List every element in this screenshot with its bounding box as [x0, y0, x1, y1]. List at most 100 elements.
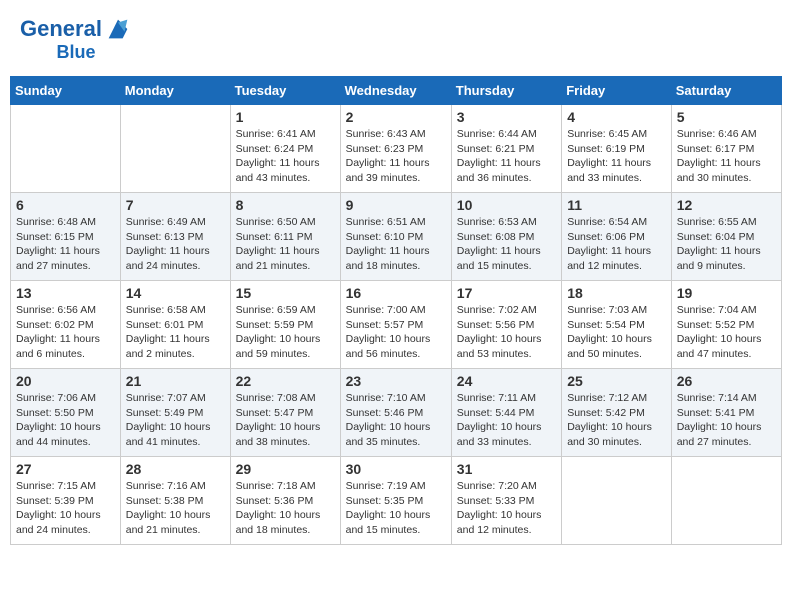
day-number: 18	[567, 285, 666, 301]
day-number: 26	[677, 373, 776, 389]
calendar-cell: 17Sunrise: 7:02 AMSunset: 5:56 PMDayligh…	[451, 281, 561, 369]
calendar-cell: 7 Sunrise: 6:49 AMSunset: 6:13 PMDaylight…	[120, 193, 230, 281]
calendar-cell: 9 Sunrise: 6:51 AMSunset: 6:10 PMDaylight…	[340, 193, 451, 281]
day-number: 12	[677, 197, 776, 213]
day-number: 4	[567, 109, 666, 125]
day-number: 21	[126, 373, 225, 389]
day-info: Sunrise: 6:45 AMSunset: 6:19 PMDaylight:…	[567, 127, 666, 186]
day-info: Sunrise: 7:04 AMSunset: 5:52 PMDaylight:…	[677, 303, 776, 362]
day-info: Sunrise: 6:53 AMSunset: 6:08 PMDaylight:…	[457, 215, 556, 274]
day-number: 19	[677, 285, 776, 301]
day-number: 3	[457, 109, 556, 125]
calendar-cell: 27 Sunrise: 7:15 AMSunset: 5:39 PMDayligh…	[11, 457, 121, 545]
calendar-cell: 29 Sunrise: 7:18 AMSunset: 5:36 PMDayligh…	[230, 457, 340, 545]
calendar-cell: 3 Sunrise: 6:44 AMSunset: 6:21 PMDaylight…	[451, 105, 561, 193]
calendar-cell: 31 Sunrise: 7:20 AMSunset: 5:33 PMDayligh…	[451, 457, 561, 545]
calendar-cell: 6 Sunrise: 6:48 AMSunset: 6:15 PMDaylight…	[11, 193, 121, 281]
calendar-cell: 8Sunrise: 6:50 AMSunset: 6:11 PMDaylight…	[230, 193, 340, 281]
calendar-cell: 25Sunrise: 7:12 AMSunset: 5:42 PMDayligh…	[562, 369, 672, 457]
calendar-cell: 28Sunrise: 7:16 AMSunset: 5:38 PMDayligh…	[120, 457, 230, 545]
calendar-cell	[120, 105, 230, 193]
day-info: Sunrise: 7:11 AMSunset: 5:44 PMDaylight:…	[457, 391, 556, 450]
calendar-cell: 23 Sunrise: 7:10 AMSunset: 5:46 PMDayligh…	[340, 369, 451, 457]
day-info: Sunrise: 6:48 AMSunset: 6:15 PMDaylight:…	[16, 215, 115, 274]
day-number: 23	[346, 373, 446, 389]
weekday-header: Thursday	[451, 77, 561, 105]
day-info: Sunrise: 6:49 AMSunset: 6:13 PMDaylight:…	[126, 215, 225, 274]
logo-text-general: General	[20, 18, 102, 40]
calendar-cell: 18 Sunrise: 7:03 AMSunset: 5:54 PMDayligh…	[562, 281, 672, 369]
calendar-cell: 26 Sunrise: 7:14 AMSunset: 5:41 PMDayligh…	[671, 369, 781, 457]
day-info: Sunrise: 6:54 AMSunset: 6:06 PMDaylight:…	[567, 215, 666, 274]
day-info: Sunrise: 6:43 AMSunset: 6:23 PMDaylight:…	[346, 127, 446, 186]
logo-icon	[104, 15, 132, 43]
day-number: 15	[236, 285, 335, 301]
day-number: 27	[16, 461, 115, 477]
calendar-cell: 12 Sunrise: 6:55 AMSunset: 6:04 PMDayligh…	[671, 193, 781, 281]
day-number: 24	[457, 373, 556, 389]
day-number: 1	[236, 109, 335, 125]
day-info: Sunrise: 6:58 AMSunset: 6:01 PMDaylight:…	[126, 303, 225, 362]
calendar-week-row: 13Sunrise: 6:56 AMSunset: 6:02 PMDayligh…	[11, 281, 782, 369]
day-info: Sunrise: 7:14 AMSunset: 5:41 PMDaylight:…	[677, 391, 776, 450]
day-info: Sunrise: 7:20 AMSunset: 5:33 PMDaylight:…	[457, 479, 556, 538]
calendar-cell	[11, 105, 121, 193]
weekday-header: Sunday	[11, 77, 121, 105]
day-number: 13	[16, 285, 115, 301]
calendar-cell: 11Sunrise: 6:54 AMSunset: 6:06 PMDayligh…	[562, 193, 672, 281]
day-info: Sunrise: 6:50 AMSunset: 6:11 PMDaylight:…	[236, 215, 335, 274]
day-number: 17	[457, 285, 556, 301]
day-number: 5	[677, 109, 776, 125]
calendar-cell: 4 Sunrise: 6:45 AMSunset: 6:19 PMDaylight…	[562, 105, 672, 193]
weekday-header: Wednesday	[340, 77, 451, 105]
page-header: General Blue	[10, 10, 782, 66]
day-info: Sunrise: 7:07 AMSunset: 5:49 PMDaylight:…	[126, 391, 225, 450]
day-number: 9	[346, 197, 446, 213]
day-number: 16	[346, 285, 446, 301]
weekday-header: Saturday	[671, 77, 781, 105]
calendar-week-row: 27 Sunrise: 7:15 AMSunset: 5:39 PMDayligh…	[11, 457, 782, 545]
calendar-cell: 14 Sunrise: 6:58 AMSunset: 6:01 PMDayligh…	[120, 281, 230, 369]
day-info: Sunrise: 7:15 AMSunset: 5:39 PMDaylight:…	[16, 479, 115, 538]
calendar-cell: 2Sunrise: 6:43 AMSunset: 6:23 PMDaylight…	[340, 105, 451, 193]
calendar-cell: 10 Sunrise: 6:53 AMSunset: 6:08 PMDayligh…	[451, 193, 561, 281]
calendar-cell: 1 Sunrise: 6:41 AMSunset: 6:24 PMDaylight…	[230, 105, 340, 193]
calendar-week-row: 20 Sunrise: 7:06 AMSunset: 5:50 PMDayligh…	[11, 369, 782, 457]
day-info: Sunrise: 7:06 AMSunset: 5:50 PMDaylight:…	[16, 391, 115, 450]
calendar-cell: 22Sunrise: 7:08 AMSunset: 5:47 PMDayligh…	[230, 369, 340, 457]
day-number: 31	[457, 461, 556, 477]
calendar-body: 1 Sunrise: 6:41 AMSunset: 6:24 PMDaylight…	[11, 105, 782, 545]
weekday-header: Friday	[562, 77, 672, 105]
day-info: Sunrise: 7:03 AMSunset: 5:54 PMDaylight:…	[567, 303, 666, 362]
day-number: 29	[236, 461, 335, 477]
day-info: Sunrise: 6:44 AMSunset: 6:21 PMDaylight:…	[457, 127, 556, 186]
day-info: Sunrise: 6:55 AMSunset: 6:04 PMDaylight:…	[677, 215, 776, 274]
weekday-header: Tuesday	[230, 77, 340, 105]
day-number: 20	[16, 373, 115, 389]
calendar-cell: 16 Sunrise: 7:00 AMSunset: 5:57 PMDayligh…	[340, 281, 451, 369]
calendar-cell: 19 Sunrise: 7:04 AMSunset: 5:52 PMDayligh…	[671, 281, 781, 369]
calendar-cell: 15 Sunrise: 6:59 AMSunset: 5:59 PMDayligh…	[230, 281, 340, 369]
calendar-cell	[671, 457, 781, 545]
calendar-cell: 20 Sunrise: 7:06 AMSunset: 5:50 PMDayligh…	[11, 369, 121, 457]
day-info: Sunrise: 7:16 AMSunset: 5:38 PMDaylight:…	[126, 479, 225, 538]
day-info: Sunrise: 7:18 AMSunset: 5:36 PMDaylight:…	[236, 479, 335, 538]
calendar-week-row: 6 Sunrise: 6:48 AMSunset: 6:15 PMDaylight…	[11, 193, 782, 281]
calendar-cell: 5Sunrise: 6:46 AMSunset: 6:17 PMDaylight…	[671, 105, 781, 193]
day-info: Sunrise: 7:08 AMSunset: 5:47 PMDaylight:…	[236, 391, 335, 450]
calendar-cell: 30Sunrise: 7:19 AMSunset: 5:35 PMDayligh…	[340, 457, 451, 545]
weekday-header: Monday	[120, 77, 230, 105]
calendar-cell	[562, 457, 672, 545]
day-info: Sunrise: 7:12 AMSunset: 5:42 PMDaylight:…	[567, 391, 666, 450]
day-number: 6	[16, 197, 115, 213]
day-number: 30	[346, 461, 446, 477]
day-number: 7	[126, 197, 225, 213]
day-info: Sunrise: 6:41 AMSunset: 6:24 PMDaylight:…	[236, 127, 335, 186]
day-info: Sunrise: 7:10 AMSunset: 5:46 PMDaylight:…	[346, 391, 446, 450]
calendar-table: SundayMondayTuesdayWednesdayThursdayFrid…	[10, 76, 782, 545]
day-info: Sunrise: 7:00 AMSunset: 5:57 PMDaylight:…	[346, 303, 446, 362]
day-info: Sunrise: 6:59 AMSunset: 5:59 PMDaylight:…	[236, 303, 335, 362]
day-number: 10	[457, 197, 556, 213]
day-info: Sunrise: 6:51 AMSunset: 6:10 PMDaylight:…	[346, 215, 446, 274]
day-number: 14	[126, 285, 225, 301]
